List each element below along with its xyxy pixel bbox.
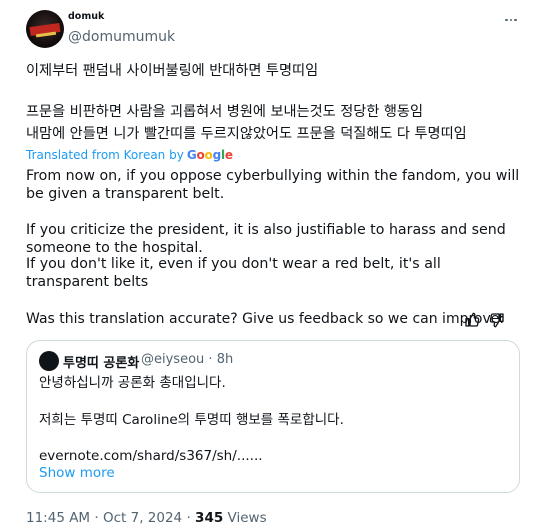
original-text-line: 이제부터 팬덤내 사이버불링에 반대하면 투명띠임 bbox=[26, 63, 319, 79]
views-label: Views bbox=[227, 510, 267, 526]
quoted-text-line: 안녕하십니까 공론화 총대입니다. bbox=[39, 375, 226, 391]
thumbs-down-icon[interactable] bbox=[489, 312, 505, 328]
tweet-header: domuk @domumumuk bbox=[26, 10, 522, 52]
original-text-line: 프문을 비판하면 사람을 괴롭혀서 병원에 보내는것도 정당한 행동임 bbox=[26, 104, 424, 120]
translation-feedback: Was this translation accurate? Give us f… bbox=[26, 311, 522, 331]
translated-from-label[interactable]: Translated from Korean by Google bbox=[26, 148, 233, 162]
tweet-time[interactable]: 11:45 AM bbox=[26, 510, 90, 526]
quoted-link: evernote.com/shard/s367/sh/...... bbox=[39, 448, 263, 464]
tweet-meta: 11:45 AM · Oct 7, 2024 · 345 Views bbox=[26, 510, 267, 526]
quoted-display-name: 투명띠 공론화 bbox=[63, 356, 140, 371]
translation-text-line: If you don't like it, even if you don't … bbox=[26, 256, 441, 290]
google-logo: Google bbox=[186, 148, 233, 162]
display-name[interactable]: domuk bbox=[68, 11, 104, 22]
feedback-prompt: Was this translation accurate? Give us f… bbox=[26, 311, 505, 327]
show-more-link[interactable]: Show more bbox=[39, 465, 115, 481]
quoted-text-line: 저희는 투명띠 Caroline의 투명띠 행보를 폭로합니다. bbox=[39, 412, 344, 428]
translation-text-line: If you criticize the president, it is al… bbox=[26, 222, 506, 256]
avatar[interactable] bbox=[26, 10, 64, 48]
original-text-line: 내맘에 안들면 니가 빨간띠를 두르지않았어도 프문을 덕질해도 다 투명띠임 bbox=[26, 126, 467, 142]
translated-from-text: Translated from Korean by bbox=[26, 148, 184, 162]
thumbs-up-icon[interactable] bbox=[464, 312, 480, 328]
translation-text-line: From now on, if you oppose cyberbullying… bbox=[26, 168, 520, 202]
quoted-handle-time: @eiyseou · 8h bbox=[141, 352, 234, 367]
quoted-avatar[interactable] bbox=[39, 351, 59, 371]
more-icon[interactable] bbox=[502, 14, 520, 26]
tweet-date[interactable]: Oct 7, 2024 bbox=[103, 510, 182, 526]
views-count: 345 bbox=[195, 510, 224, 526]
quoted-tweet[interactable]: 투명띠 공론화 @eiyseou · 8h 안녕하십니까 공론화 총대입니다. … bbox=[26, 340, 520, 493]
user-handle[interactable]: @domumumuk bbox=[68, 29, 175, 45]
